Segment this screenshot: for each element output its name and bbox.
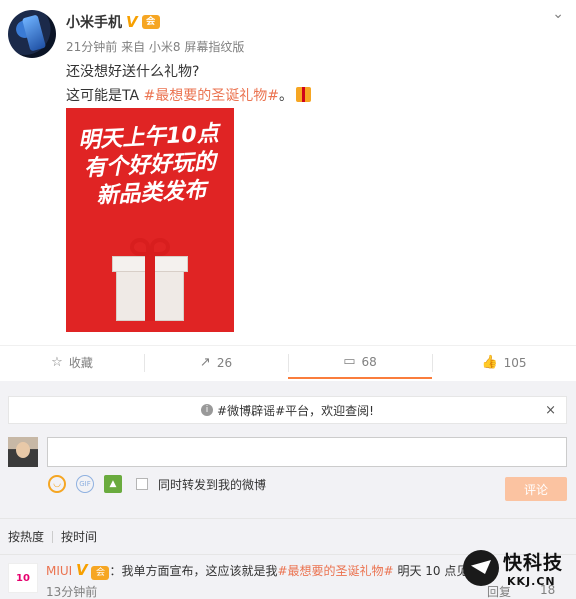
commenter-name[interactable]: MIUI (46, 564, 72, 578)
author-name[interactable]: 小米手机 (66, 12, 122, 32)
post-line-2: 这可能是TA #最想要的圣诞礼物#。 (66, 84, 311, 108)
comment-text: MIUI V 会：我单方面宣布，这应该就是我#最想要的圣诞礼物# 明天 10 点… (46, 561, 468, 580)
my-avatar (8, 437, 38, 467)
forward-count: 26 (216, 355, 233, 370)
divider (52, 530, 54, 543)
gif-icon[interactable]: GIF (76, 475, 94, 493)
forward-icon: ↗ (199, 355, 211, 370)
comment-time: 13分钟前 (46, 585, 98, 599)
gift-emoji-icon (295, 87, 311, 102)
favorite-button[interactable]: ☆ 收藏 (0, 346, 144, 379)
post-meta: 21分钟前 来自 小米8 屏幕指纹版 (66, 40, 245, 54)
watermark-subtitle: KKJ.CN (507, 575, 556, 588)
chevron-down-icon[interactable]: ⌄ (552, 6, 564, 22)
watermark: 快科技 KKJ.CN (463, 548, 576, 599)
weibo-post: 小米手机 V 会 21分钟前 来自 小米8 屏幕指纹版 ⌄ 还没想好送什么礼物?… (0, 0, 576, 345)
star-icon: ☆ (51, 355, 63, 370)
notice-text[interactable]: #微博辟谣#平台，欢迎查阅! (217, 402, 374, 419)
action-bar: ☆ 收藏 ↗ 26 ▭ 68 👍 105 (0, 345, 576, 379)
image-icon[interactable]: ▲ (104, 475, 122, 493)
author-avatar[interactable] (8, 10, 56, 58)
info-icon: i (201, 404, 214, 416)
comment-suffix: 明天 10 点见 (393, 564, 469, 578)
close-icon[interactable]: × (545, 403, 556, 418)
post-text-suffix: 。 (278, 88, 293, 104)
comment-prefix: ：我单方面宣布，这应该就是我 (109, 564, 278, 578)
forward-checkbox-label[interactable]: 同时转发到我的微博 (158, 476, 266, 493)
forward-checkbox[interactable] (136, 478, 148, 490)
comment-icon: ▭ (343, 354, 356, 369)
post-image[interactable]: 明天上午10点 有个好好玩的 新品类发布 (66, 108, 234, 332)
comment-count: 68 (361, 354, 377, 369)
watermark-title: 快科技 (503, 552, 564, 574)
emoji-icon[interactable]: ◡ (48, 475, 66, 493)
like-icon: 👍 (481, 355, 498, 370)
gift-box-icon (112, 238, 188, 322)
sort-by-hot[interactable]: 按热度 (8, 528, 44, 545)
like-count: 105 (503, 355, 527, 370)
verified-icon: V (126, 13, 138, 31)
submit-comment-button[interactable]: 评论 (505, 477, 567, 501)
vip-icon: 会 (91, 566, 110, 580)
comment-button[interactable]: ▭ 68 (288, 346, 432, 379)
poster-text: 明天上午10点 有个好好玩的 新品类发布 (66, 120, 234, 213)
like-button[interactable]: 👍 105 (432, 346, 576, 379)
post-line-1: 还没想好送什么礼物? (66, 64, 200, 80)
sort-by-time[interactable]: 按时间 (61, 528, 97, 545)
composer-toolbar: ◡ GIF ▲ 同时转发到我的微博 (48, 475, 266, 493)
comment-input[interactable] (47, 437, 567, 467)
author-row: 小米手机 V 会 (66, 12, 160, 32)
verified-icon: V (76, 561, 88, 579)
vip-icon: 会 (141, 15, 160, 29)
forward-button[interactable]: ↗ 26 (144, 346, 288, 379)
topic-link[interactable]: #最想要的圣诞礼物# (144, 88, 279, 104)
commenter-avatar[interactable]: 10 (8, 563, 38, 593)
post-content: 还没想好送什么礼物? 这可能是TA #最想要的圣诞礼物#。 (66, 60, 311, 108)
watermark-logo-icon (463, 550, 499, 586)
comment-topic-link[interactable]: #最想要的圣诞礼物# (278, 564, 394, 578)
rumor-notice: i #微博辟谣#平台，欢迎查阅! × (8, 396, 567, 424)
post-text-prefix: 这可能是TA (66, 88, 144, 104)
favorite-label: 收藏 (68, 356, 93, 370)
